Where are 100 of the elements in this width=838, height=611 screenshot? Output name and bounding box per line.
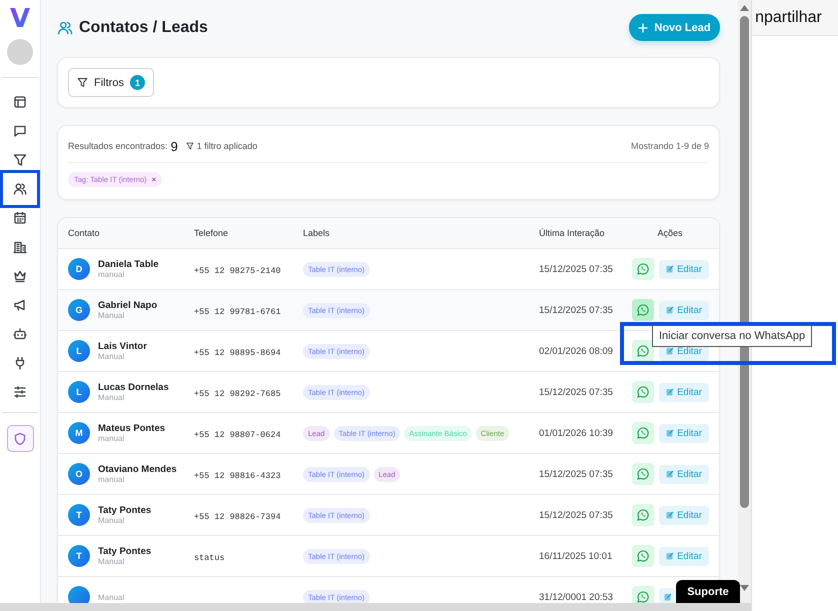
filters-button[interactable]: Filtros 1 [68, 68, 154, 97]
last-interaction: 15/12/2025 07:35 [539, 510, 614, 520]
shield-button[interactable] [6, 425, 34, 452]
results-count: 9 [170, 138, 178, 154]
share-label: npartilhar [755, 8, 822, 26]
edit-icon [666, 511, 674, 519]
whatsapp-button[interactable] [632, 545, 654, 567]
column-header: Ações [656, 228, 684, 238]
contact-name: Lucas Dornelas [98, 382, 169, 393]
contact-name: Taty Pontes [98, 546, 152, 557]
filter-icon [186, 142, 194, 150]
phone-number: +55 12 98816-4323 [194, 471, 281, 481]
contact-name: Gabriel Napo [98, 300, 158, 311]
new-lead-button[interactable]: Novo Lead [629, 14, 720, 41]
edit-button[interactable]: Editar [659, 300, 709, 320]
phone-number: +55 12 98292-7685 [194, 389, 281, 399]
contact-avatar: T [68, 545, 90, 567]
contact-source: Manual [98, 516, 126, 525]
scrollbar-thumb[interactable] [740, 16, 749, 508]
whatsapp-button[interactable] [632, 258, 654, 280]
contact-name: Lais Vintor [98, 341, 147, 352]
contact-source: Manual [98, 311, 126, 320]
contact-source: manual [98, 434, 126, 443]
whatsapp-icon [637, 550, 649, 562]
contact-source: Manual [98, 352, 126, 361]
whatsapp-button[interactable] [632, 586, 654, 603]
applied-filters: 1 filtro aplicado [196, 141, 258, 151]
results-label: Resultados encontrados: [68, 141, 168, 151]
scroll-up-icon[interactable] [740, 5, 749, 11]
whatsapp-button[interactable] [632, 422, 654, 444]
last-interaction: 02/01/2026 08:09 [539, 346, 614, 356]
whatsapp-icon [637, 468, 649, 480]
contact-avatar: T [68, 504, 90, 526]
edit-icon [666, 265, 674, 273]
whatsapp-icon [637, 345, 649, 357]
scroll-down-icon[interactable] [740, 585, 749, 591]
shield-icon [13, 432, 27, 446]
contact-avatar: G [68, 299, 90, 321]
edit-icon [666, 470, 674, 478]
edit-button[interactable]: Editar [659, 506, 709, 524]
showing-range: Mostrando 1-9 de 9 [630, 141, 709, 151]
whatsapp-button[interactable] [632, 381, 654, 403]
whatsapp-button[interactable] [632, 463, 654, 485]
contact-name: Otaviano Mendes [98, 464, 177, 475]
column-header: Contato [68, 228, 101, 238]
whatsapp-icon [637, 304, 649, 316]
last-interaction: 15/12/2025 07:35 [539, 386, 614, 398]
last-interaction: 15/12/2025 07:35 [539, 468, 614, 480]
contact-avatar: M [68, 422, 90, 444]
filter-icon [77, 77, 88, 88]
whatsapp-button[interactable] [632, 299, 654, 321]
edit-icon [666, 552, 674, 560]
last-interaction: 16/11/2025 10:01 [539, 550, 614, 562]
edit-icon [664, 593, 672, 601]
contact-source: manual [98, 475, 126, 484]
contact-name: Daniela Table [98, 259, 159, 270]
contact-source: Manual [98, 592, 124, 602]
phone-number: +55 12 98807-0624 [194, 430, 281, 440]
phone-number: +55 12 98275-2140 [194, 266, 281, 276]
edit-button[interactable] [659, 588, 675, 603]
contact-source: Manual [98, 393, 126, 402]
edit-button[interactable]: Editar [659, 424, 709, 442]
last-interaction: 01/01/2026 10:39 [539, 428, 614, 438]
edit-button[interactable]: Editar [659, 382, 709, 402]
column-header: Telefone [194, 228, 230, 238]
phone-number: +55 12 99781-6761 [194, 307, 281, 317]
contact-avatar [68, 586, 90, 603]
whatsapp-icon [637, 427, 649, 439]
contact-avatar: D [68, 258, 90, 280]
column-header: Labels [303, 228, 331, 238]
phone-number: +55 12 98826-7394 [194, 512, 281, 522]
whatsapp-button[interactable] [632, 504, 654, 526]
support-button[interactable]: Suporte [676, 580, 740, 603]
column-header: Última Interação [539, 228, 606, 238]
edit-button[interactable]: Editar [659, 464, 709, 484]
edit-icon [666, 306, 674, 314]
edit-icon [666, 347, 674, 355]
tooltip: Iniciar conversa no WhatsApp [652, 325, 812, 347]
last-interaction: 31/12/0001 20:53 [539, 592, 614, 602]
whatsapp-icon [637, 263, 649, 275]
contact-source: Manual [98, 557, 126, 566]
contact-name: Mateus Pontes [98, 423, 166, 434]
edit-icon [666, 388, 674, 396]
page-title: Contatos / Leads [79, 18, 208, 36]
last-interaction: 15/12/2025 07:35 [539, 304, 614, 316]
phone-number: +55 12 98895-8694 [194, 348, 281, 358]
users-icon [57, 20, 73, 36]
whatsapp-icon [637, 591, 649, 603]
last-interaction: 15/12/2025 07:35 [539, 264, 614, 274]
contact-avatar: O [68, 463, 90, 485]
contact-avatar: L [68, 340, 90, 362]
edit-button[interactable]: Editar [659, 260, 709, 278]
edit-button[interactable]: Editar [659, 546, 709, 566]
users-icon[interactable] [3, 173, 37, 205]
plus-icon [638, 22, 648, 32]
contact-source: manual [98, 270, 126, 279]
whatsapp-button[interactable] [632, 340, 654, 362]
whatsapp-icon [637, 386, 649, 398]
contact-name: Taty Pontes [98, 505, 152, 516]
phone-number: status [194, 553, 225, 563]
